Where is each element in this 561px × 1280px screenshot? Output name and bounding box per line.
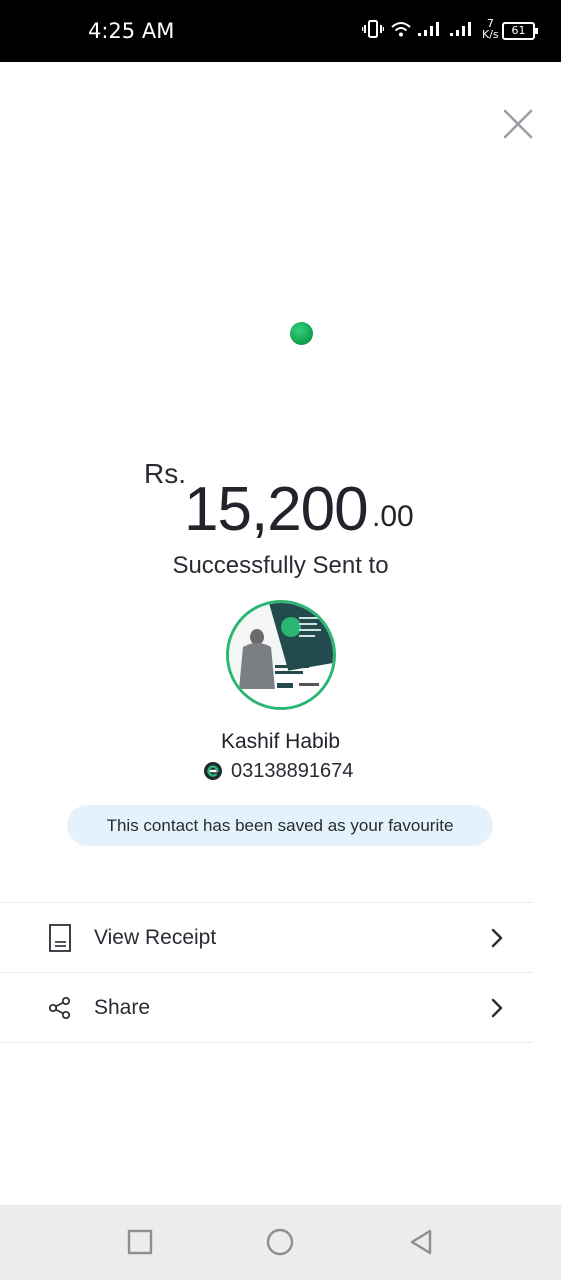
close-icon bbox=[503, 109, 533, 139]
circle-icon bbox=[266, 1228, 294, 1256]
favourite-notice: This contact has been saved as your favo… bbox=[67, 805, 493, 846]
recipient-number: 03138891674 bbox=[231, 759, 354, 782]
network-speed-unit: K/s bbox=[482, 28, 499, 41]
share-label: Share bbox=[94, 995, 151, 1019]
battery-icon: 61 bbox=[502, 22, 538, 40]
close-button[interactable] bbox=[502, 108, 534, 140]
amount-value: 15,200 bbox=[184, 475, 369, 544]
vibrate-icon bbox=[362, 20, 384, 38]
system-navigation-bar bbox=[0, 1205, 561, 1280]
recipient-number-row: 03138891674 bbox=[203, 759, 353, 783]
amount-decimal: .00 bbox=[372, 500, 414, 533]
easypaisa-logo-icon bbox=[204, 762, 222, 780]
home-button[interactable] bbox=[265, 1227, 295, 1257]
network-speed: 7 K/s bbox=[482, 18, 499, 40]
back-button[interactable] bbox=[406, 1227, 436, 1257]
recent-apps-button[interactable] bbox=[125, 1227, 155, 1257]
signal-icon-1 bbox=[418, 22, 439, 36]
view-receipt-label: View Receipt bbox=[94, 925, 217, 949]
amount-currency: Rs. bbox=[144, 458, 186, 489]
payment-status-text: Successfully Sent to bbox=[172, 552, 389, 579]
square-icon bbox=[127, 1229, 153, 1255]
share-button[interactable]: Share bbox=[0, 973, 533, 1043]
status-bar: 4:25 AM 7 K/s 61 bbox=[0, 0, 561, 62]
action-list: View Receipt Share bbox=[0, 902, 533, 1043]
share-icon bbox=[47, 993, 73, 1023]
recipient-avatar bbox=[226, 600, 336, 710]
signal-icon-2 bbox=[450, 22, 471, 36]
back-triangle-icon bbox=[410, 1229, 432, 1255]
avatar-image bbox=[229, 603, 333, 707]
recipient-name: Kashif Habib bbox=[220, 730, 341, 753]
status-icons: 7 K/s bbox=[362, 18, 499, 40]
chevron-right-icon bbox=[491, 928, 503, 947]
battery-level: 61 bbox=[511, 24, 526, 37]
view-receipt-button[interactable]: View Receipt bbox=[0, 903, 533, 973]
wifi-icon bbox=[391, 22, 411, 37]
chevron-right-icon bbox=[491, 998, 503, 1017]
success-status-dot bbox=[290, 322, 313, 345]
status-time: 4:25 AM bbox=[88, 19, 175, 43]
receipt-icon bbox=[47, 923, 73, 953]
amount-display: Rs. 15,200 .00 bbox=[144, 458, 444, 544]
